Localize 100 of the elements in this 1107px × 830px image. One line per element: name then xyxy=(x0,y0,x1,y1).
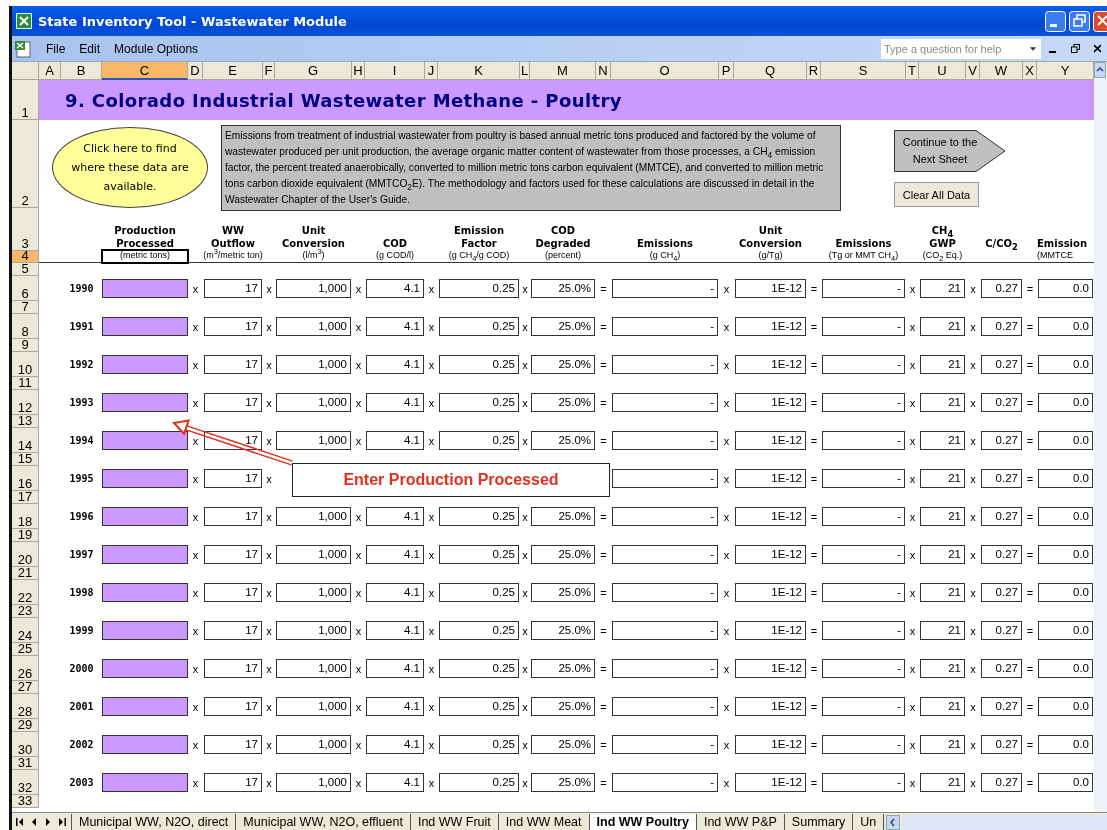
sheet-tab[interactable]: Un xyxy=(852,814,885,830)
row-header[interactable]: 11 xyxy=(12,377,39,390)
workbook-icon[interactable] xyxy=(14,39,32,58)
row-header[interactable]: 33 xyxy=(12,795,39,808)
column-header[interactable]: T xyxy=(906,62,919,80)
production-input[interactable] xyxy=(102,659,188,678)
production-input[interactable] xyxy=(102,735,188,754)
production-input[interactable] xyxy=(102,431,188,450)
production-input[interactable] xyxy=(102,507,188,526)
row-header[interactable]: 24 xyxy=(12,618,39,643)
operator-sign: = xyxy=(810,700,818,713)
operator-sign: x xyxy=(266,624,272,637)
column-header[interactable]: S xyxy=(821,62,906,80)
row-header[interactable]: 12 xyxy=(12,390,39,415)
row-header[interactable]: 32 xyxy=(12,770,39,795)
production-input[interactable] xyxy=(102,317,188,336)
production-input[interactable] xyxy=(102,545,188,564)
row-header[interactable]: 7 xyxy=(12,301,39,314)
row-header[interactable]: 9 xyxy=(12,339,39,352)
row-header[interactable]: 8 xyxy=(12,314,39,339)
column-header[interactable]: G xyxy=(275,62,352,80)
value-field: 4.1 xyxy=(366,621,424,640)
row-header[interactable]: 14 xyxy=(12,428,39,453)
column-heading: WW Outflow xyxy=(211,224,255,249)
column-header[interactable]: O xyxy=(611,62,719,80)
restore-icon[interactable] xyxy=(1069,10,1090,32)
row-header[interactable]: 27 xyxy=(12,681,39,694)
column-header[interactable]: F xyxy=(263,62,275,80)
production-input[interactable] xyxy=(102,355,188,374)
column-header[interactable]: U xyxy=(919,62,966,80)
column-header[interactable]: I xyxy=(365,62,425,80)
help-search-field[interactable]: Type a question for help xyxy=(881,38,1041,59)
clear-data-button[interactable]: Clear All Data xyxy=(894,182,979,207)
column-header[interactable]: K xyxy=(438,62,520,80)
column-header[interactable]: W xyxy=(980,62,1023,80)
column-header[interactable]: X xyxy=(1023,62,1037,80)
row-header[interactable]: 23 xyxy=(12,605,39,618)
column-header[interactable]: N xyxy=(596,62,611,80)
row-header[interactable]: 22 xyxy=(12,580,39,605)
sheet-tab[interactable]: Municipal WW, N2O, direct xyxy=(71,814,237,830)
sheet-tab[interactable]: Municipal WW, N2O, effluent xyxy=(235,814,411,830)
row-header[interactable]: 15 xyxy=(12,453,39,466)
menu-item[interactable]: Edit xyxy=(79,41,101,56)
row-header[interactable]: 19 xyxy=(12,529,39,542)
menu-item[interactable]: File xyxy=(46,41,66,56)
column-header[interactable]: E xyxy=(203,62,263,80)
sheet-tab[interactable]: Summary xyxy=(783,814,854,830)
production-input[interactable] xyxy=(102,697,188,716)
sheet-tab[interactable]: Ind WW P&P xyxy=(695,814,785,830)
row-header[interactable]: 31 xyxy=(12,757,39,770)
row-header[interactable]: 21 xyxy=(12,567,39,580)
column-header[interactable]: A xyxy=(39,62,61,80)
row-header[interactable]: 20 xyxy=(12,542,39,567)
row-header[interactable]: 16 xyxy=(12,466,39,491)
row-header[interactable]: 13 xyxy=(12,415,39,428)
sheet-tab[interactable]: Ind WW Poultry xyxy=(588,814,697,830)
production-input[interactable] xyxy=(102,469,188,488)
menu-item[interactable]: Module Options xyxy=(114,41,199,56)
row-header[interactable]: 26 xyxy=(12,656,39,681)
minimize-icon[interactable] xyxy=(1045,10,1066,32)
row-header[interactable]: 30 xyxy=(12,732,39,757)
production-input[interactable] xyxy=(102,583,188,602)
sheet-tab[interactable]: Ind WW Fruit xyxy=(409,814,499,830)
row-header[interactable]: 2 xyxy=(12,120,39,208)
column-header[interactable]: M xyxy=(530,62,596,80)
row-header[interactable]: 17 xyxy=(12,491,39,504)
row-header[interactable]: 29 xyxy=(12,719,39,732)
scroll-left-icon[interactable] xyxy=(886,814,901,830)
column-header[interactable]: P xyxy=(719,62,734,80)
production-input[interactable] xyxy=(102,279,188,298)
column-header[interactable]: H xyxy=(352,62,365,80)
column-header[interactable]: Y xyxy=(1037,62,1094,80)
row-header[interactable]: 4 xyxy=(12,251,39,263)
column-header[interactable]: R xyxy=(807,62,821,80)
production-input[interactable] xyxy=(102,773,188,792)
column-header[interactable]: J xyxy=(425,62,438,80)
row-header[interactable]: 5 xyxy=(12,263,39,276)
row-header[interactable]: 18 xyxy=(12,504,39,529)
row-header[interactable]: 25 xyxy=(12,643,39,656)
last-sheet-icon[interactable] xyxy=(56,817,68,827)
continue-button[interactable]: Continue to the Next Sheet xyxy=(894,130,1006,172)
horizontal-scrollbar[interactable] xyxy=(902,814,1107,830)
first-sheet-icon[interactable] xyxy=(14,817,26,827)
production-input[interactable] xyxy=(102,393,188,412)
row-header[interactable]: 1 xyxy=(12,80,39,120)
column-header[interactable]: V xyxy=(966,62,980,80)
column-header[interactable]: Q xyxy=(734,62,807,80)
dropdown-caret-icon[interactable] xyxy=(1030,46,1036,51)
row-header[interactable]: 28 xyxy=(12,694,39,719)
row-header[interactable]: 10 xyxy=(12,352,39,377)
row-header[interactable]: 3 xyxy=(12,208,39,251)
column-header[interactable]: D xyxy=(188,62,203,80)
column-header[interactable]: C xyxy=(102,62,188,80)
production-input[interactable] xyxy=(102,621,188,640)
column-header[interactable]: B xyxy=(61,62,102,80)
scroll-up-icon[interactable] xyxy=(1094,62,1106,78)
info-button[interactable]: Click here to find where these data are available. xyxy=(52,127,208,208)
restore-icon[interactable] xyxy=(1071,44,1080,53)
close-icon[interactable] xyxy=(1094,44,1101,53)
row-header[interactable]: 6 xyxy=(12,276,39,301)
